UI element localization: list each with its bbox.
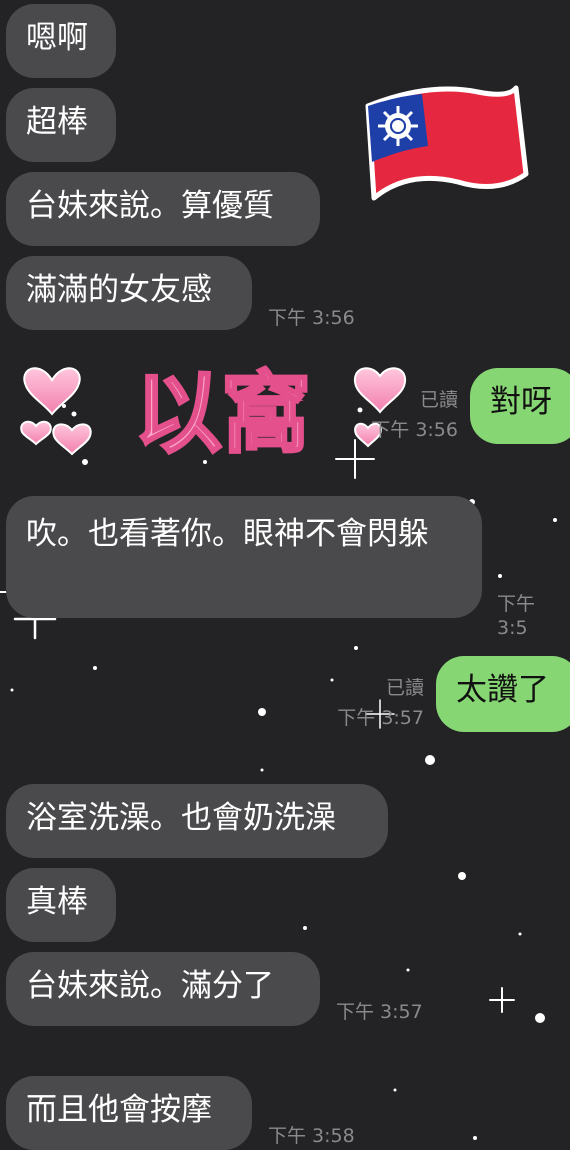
outgoing-message-bubble[interactable]: 太讚了 — [436, 656, 570, 732]
incoming-message-bubble[interactable]: 超棒 — [6, 88, 116, 162]
read-receipt: 已讀 — [419, 389, 458, 411]
incoming-message-bubble[interactable]: 台妹來說。滿分了 — [6, 952, 320, 1026]
incoming-message-bubble[interactable]: 浴室洗澡。也會奶洗澡 — [6, 784, 388, 858]
heart-text-sticker[interactable]: 以窩 — [12, 340, 412, 468]
incoming-message-bubble[interactable]: 滿滿的女友感 — [6, 256, 252, 330]
message-timestamp: 下午 3:5 — [497, 593, 536, 639]
sticker-text: 以窩 — [134, 362, 310, 465]
incoming-message-bubble[interactable]: 真棒 — [6, 868, 116, 942]
message-timestamp: 下午 3:58 — [268, 1125, 355, 1147]
message-timestamp: 下午 3:56 — [371, 419, 458, 441]
read-receipt: 已讀 — [385, 677, 424, 699]
chat-thread: 嗯啊 超棒 台妹來說。算優質 滿滿的女友感 下午 3:56 以窩 已讀 下午 3… — [0, 0, 570, 1150]
incoming-message-bubble[interactable]: 嗯啊 — [6, 4, 116, 78]
taiwan-flag-icon[interactable] — [358, 82, 530, 208]
message-timestamp: 下午 3:56 — [268, 307, 355, 329]
message-timestamp: 下午 3:57 — [336, 1001, 423, 1023]
incoming-message-bubble[interactable]: 吹。也看著你。眼神不會閃躲 — [6, 496, 482, 618]
incoming-message-bubble[interactable]: 而且他會按摩 — [6, 1076, 252, 1150]
outgoing-message-bubble[interactable]: 對呀 — [470, 368, 570, 444]
message-timestamp: 下午 3:57 — [337, 707, 424, 729]
incoming-message-bubble[interactable]: 台妹來說。算優質 — [6, 172, 320, 246]
